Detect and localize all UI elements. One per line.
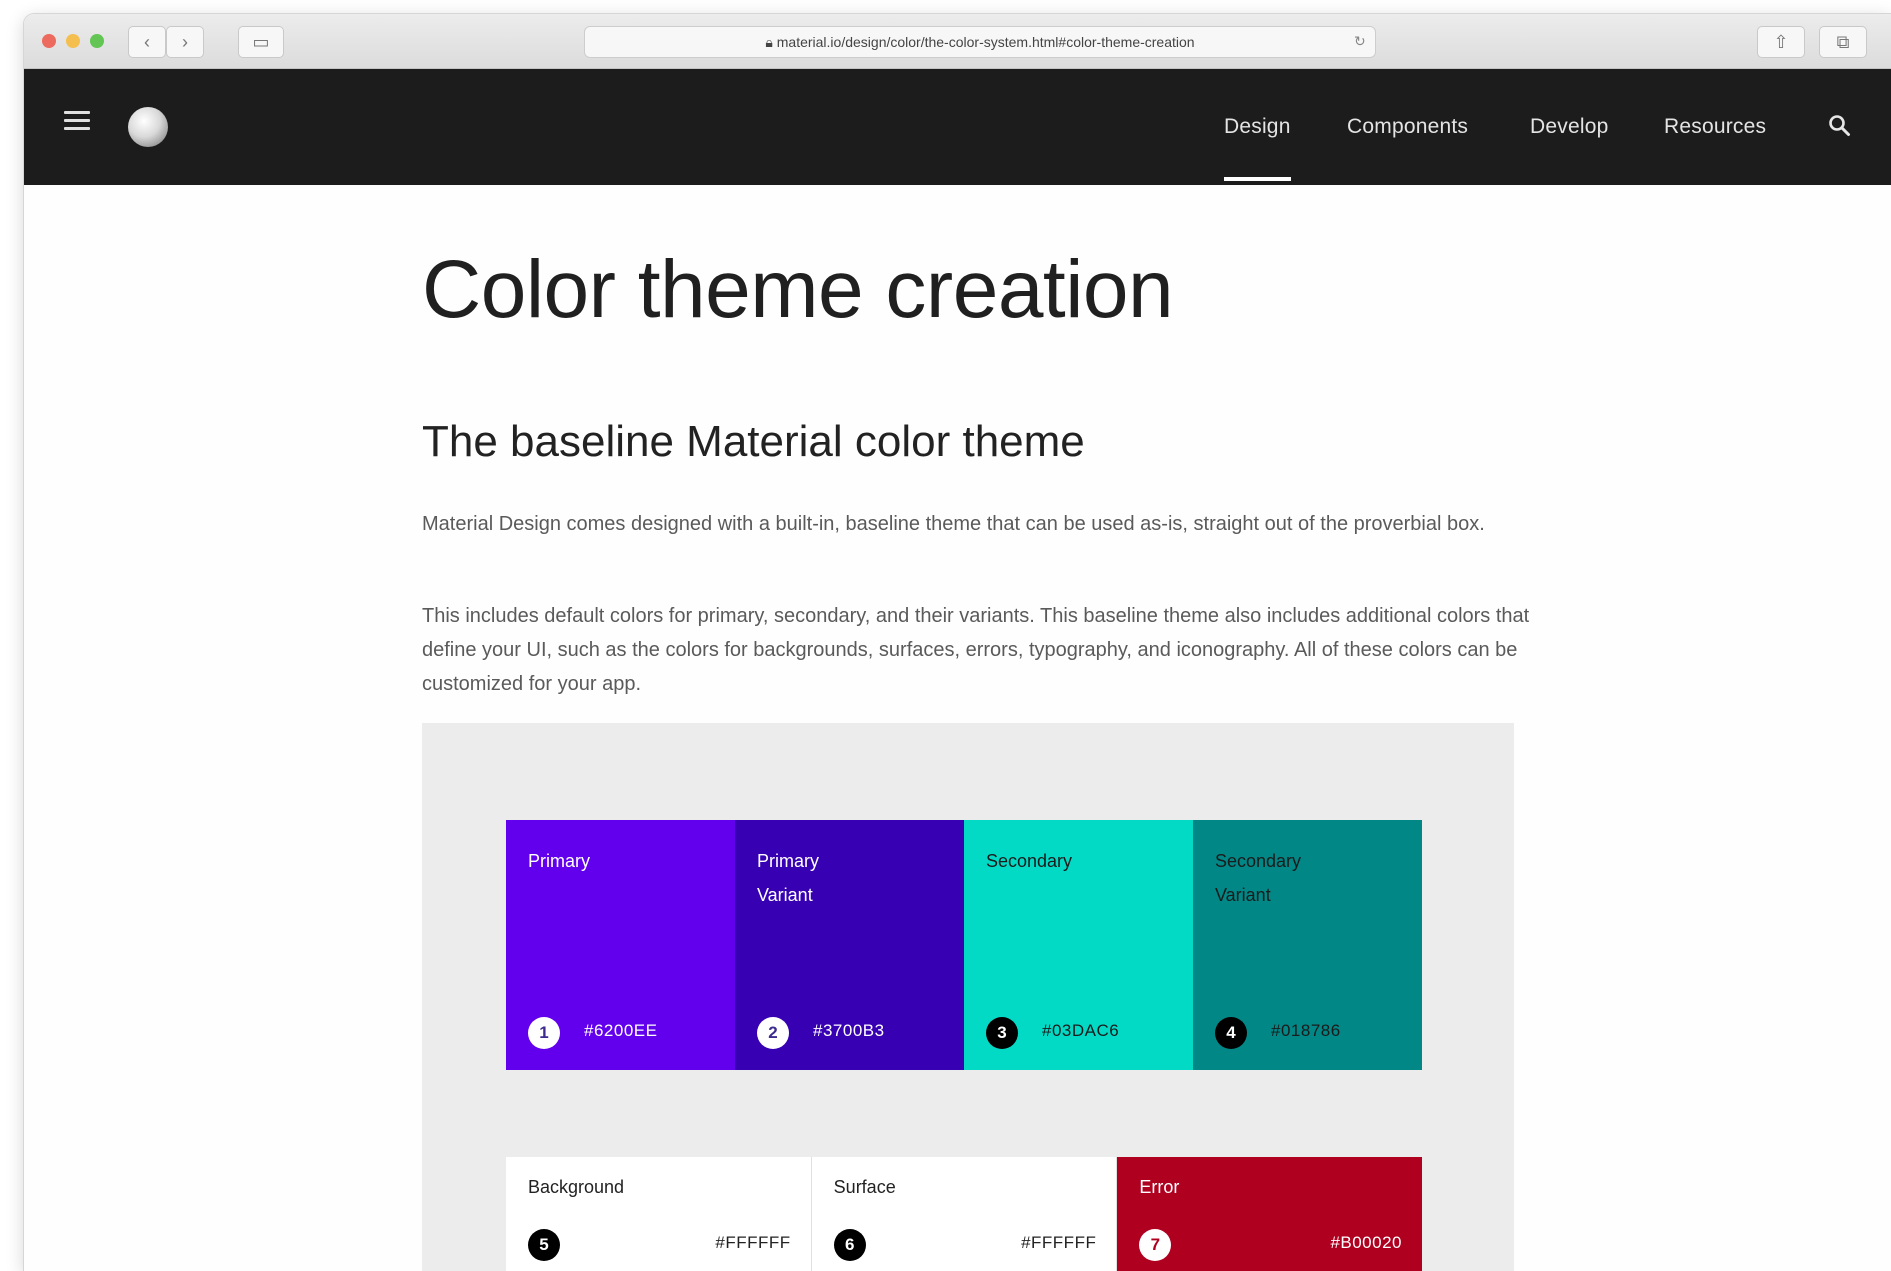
browser-window: ‹ › ▭ ≡ 🔒︎ material.io/design/color/the-…: [24, 14, 1891, 1271]
address-bar-url: material.io/design/color/the-color-syste…: [776, 34, 1195, 50]
address-bar[interactable]: 🔒︎ material.io/design/color/the-color-sy…: [584, 26, 1376, 58]
close-window-button[interactable]: [42, 34, 56, 48]
swatch-name: Secondary Variant: [1215, 851, 1302, 905]
swatch-hex: #03DAC6: [1042, 1021, 1120, 1040]
section-title: The baseline Material color theme: [422, 417, 1085, 466]
swatch-hex: #B00020: [1330, 1233, 1403, 1252]
swatch-number-badge: 3: [986, 1017, 1018, 1049]
hamburger-menu-icon[interactable]: [64, 111, 90, 133]
swatch-name: Primary Variant: [757, 851, 819, 905]
primary-swatch: Primary 1 #6200EE: [506, 820, 735, 1070]
swatch-hex: #FFFFFF: [715, 1233, 791, 1252]
page-title: Color theme creation: [422, 244, 1174, 335]
swatch-name: Primary: [528, 851, 590, 871]
surface-swatch: Surface 6 #FFFFFF: [810, 1157, 1118, 1271]
lock-icon: 🔒︎: [765, 34, 777, 50]
forward-button[interactable]: ›: [166, 26, 204, 58]
swatch-number-badge: 2: [757, 1017, 789, 1049]
site-navbar: Design Components Develop Resources: [24, 69, 1891, 185]
share-button[interactable]: ⇧: [1757, 26, 1805, 58]
secondary-swatch: Secondary 3 #03DAC6: [964, 820, 1193, 1070]
swatch-name: Surface: [833, 1177, 896, 1197]
share-icon: ⇧: [1773, 32, 1789, 52]
show-tabs-button[interactable]: ⧉: [1819, 26, 1867, 58]
surface-color-swatches: Background 5 #FFFFFF Surface 6 #FFFFFF E…: [506, 1157, 1423, 1271]
main-content: Color theme creation The baseline Materi…: [24, 185, 1891, 1271]
swatch-number-badge: 1: [528, 1017, 560, 1049]
swatch-number-badge: 7: [1139, 1229, 1172, 1261]
sidebar-icon: ▭: [252, 32, 270, 52]
swatch-number-badge: 5: [528, 1229, 560, 1261]
nav-components[interactable]: Components: [1347, 69, 1468, 185]
swatch-hex: #6200EE: [584, 1021, 658, 1040]
swatch-name: Error: [1139, 1177, 1180, 1197]
swatch-number-badge: 6: [833, 1229, 866, 1261]
nav-resources[interactable]: Resources: [1664, 69, 1766, 185]
secondary-variant-swatch: Secondary Variant 4 #018786: [1193, 820, 1422, 1070]
zoom-window-button[interactable]: [90, 34, 104, 48]
swatch-hex: #FFFFFF: [1021, 1233, 1097, 1252]
material-logo[interactable]: [128, 107, 168, 147]
nav-develop[interactable]: Develop: [1530, 69, 1608, 185]
swatch-hex: #3700B3: [813, 1021, 885, 1040]
reload-icon[interactable]: ↻: [1354, 26, 1366, 56]
nav-design[interactable]: Design: [1224, 69, 1291, 185]
error-swatch: Error 7 #B00020: [1117, 1157, 1423, 1271]
browser-toolbar: ‹ › ▭ ≡ 🔒︎ material.io/design/color/the-…: [24, 14, 1891, 69]
chevron-right-icon: ›: [182, 32, 188, 52]
sidebar-toggle-button[interactable]: ▭: [238, 26, 284, 58]
background-swatch: Background 5 #FFFFFF: [506, 1157, 811, 1271]
swatch-name: Secondary: [986, 851, 1073, 871]
primary-variant-swatch: Primary Variant 2 #3700B3: [735, 820, 964, 1070]
minimize-window-button[interactable]: [66, 34, 80, 48]
theme-color-swatches: Primary 1 #6200EE Primary Variant 2 #370…: [506, 820, 1422, 1070]
color-theme-figure: Primary 1 #6200EE Primary Variant 2 #370…: [422, 723, 1514, 1271]
swatch-hex: #018786: [1271, 1021, 1341, 1040]
chevron-left-icon: ‹: [144, 32, 150, 52]
details-paragraph: This includes default colors for primary…: [422, 605, 1530, 695]
back-button[interactable]: ‹: [128, 26, 166, 58]
intro-paragraph: Material Design comes designed with a bu…: [422, 513, 1485, 535]
swatch-name: Background: [528, 1177, 625, 1197]
tabs-icon: ⧉: [1836, 32, 1850, 52]
swatch-number-badge: 4: [1215, 1017, 1247, 1049]
search-icon[interactable]: [1827, 113, 1851, 137]
